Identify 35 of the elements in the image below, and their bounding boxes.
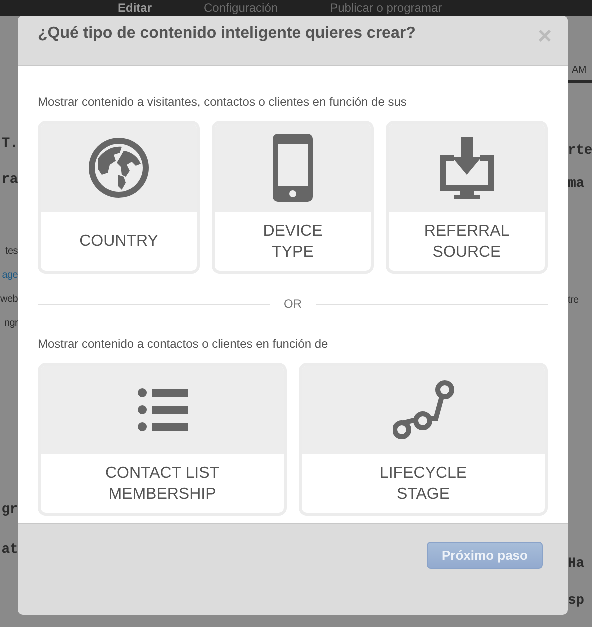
option-label: LIFECYCLE STAGE: [380, 464, 468, 504]
connected-circles-icon: [392, 380, 454, 440]
page-text: rte: [568, 142, 592, 161]
dialog-title: ¿Qué tipo de contenido inteligente quieres crear?: [38, 25, 416, 43]
nav-tab[interactable]: Configuración: [204, 1, 278, 15]
download-monitor-icon: [440, 137, 494, 199]
list-icon: [138, 388, 188, 432]
page-text: at: [0, 541, 18, 560]
page-text: tes: [4, 245, 18, 259]
page-text: ma: [568, 175, 586, 194]
option-card[interactable]: COUNTRY: [38, 121, 200, 274]
option-card[interactable]: LIFECYCLE STAGE: [299, 363, 548, 516]
option-label: COUNTRY: [80, 232, 158, 252]
page-text: Ha: [568, 555, 586, 574]
page-tab[interactable]: AM: [568, 62, 592, 83]
option-card[interactable]: REFERRAL SOURCE: [386, 121, 548, 274]
page-text: ra: [0, 171, 18, 190]
section-subtitle: Mostrar contenido a visitantes, contactos o clientes en función de sus: [38, 94, 408, 110]
nav-tab[interactable]: Publicar o programar: [330, 1, 442, 15]
option-card[interactable]: DEVICE TYPE: [212, 121, 374, 274]
globe-icon: [88, 137, 150, 199]
page-text: gr: [0, 501, 18, 520]
nav-tab[interactable]: Editar: [118, 1, 152, 15]
separator-text: OR: [284, 297, 302, 311]
page-text: web: [0, 293, 18, 307]
page-text: T.: [0, 135, 18, 154]
option-card[interactable]: CONTACT LIST MEMBERSHIP: [38, 363, 287, 516]
option-label: DEVICE TYPE: [263, 222, 323, 262]
section-subtitle: Mostrar contenido a contactos o clientes en función de: [38, 336, 330, 352]
page-text: ngr: [3, 317, 18, 331]
page-text: sp: [568, 592, 586, 611]
option-label: CONTACT LIST MEMBERSHIP: [105, 464, 220, 504]
option-label: REFERRAL SOURCE: [424, 222, 510, 262]
page-text: tre: [568, 294, 580, 308]
phone-icon: [273, 134, 313, 202]
